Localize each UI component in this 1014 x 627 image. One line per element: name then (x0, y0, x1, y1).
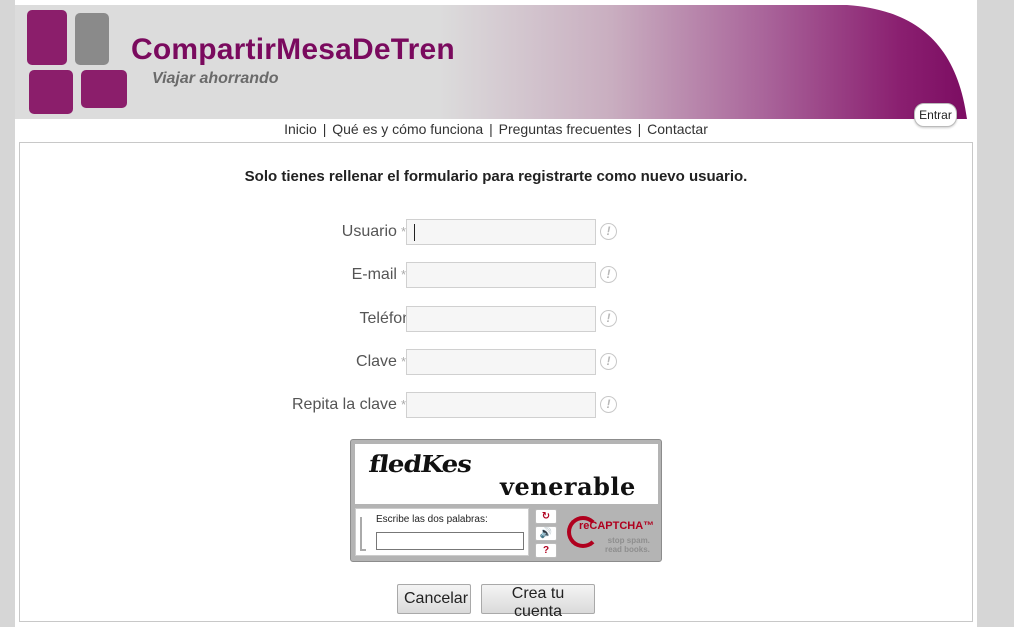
clave-input[interactable] (406, 349, 596, 375)
nav-separator: | (322, 121, 327, 137)
field-row-repita-clave: Repita la clave * ! (20, 392, 972, 420)
info-icon: ! (600, 353, 617, 370)
page: CompartirMesaDeTren Viajar ahorrando Ent… (15, 0, 977, 627)
text-cursor (414, 224, 415, 241)
logo-square (75, 13, 109, 65)
telefono-input[interactable] (406, 306, 596, 332)
registration-panel: Solo tienes rellenar el formulario para … (19, 142, 973, 622)
captcha-input[interactable] (376, 532, 524, 550)
captcha-image: fledKes venerable (355, 444, 658, 504)
help-icon[interactable]: ? (535, 543, 557, 558)
field-row-email: E-mail * ! (20, 262, 972, 290)
logo-square (29, 70, 73, 114)
recaptcha-logo: reCAPTCHA™ stop spam. read books. (565, 512, 661, 558)
info-icon: ! (600, 396, 617, 413)
field-label: Usuario * (341, 223, 406, 240)
captcha-word: fledKes (367, 451, 473, 479)
field-label: Repita la clave * (291, 396, 406, 413)
field-label: Clave * (356, 353, 406, 370)
recaptcha-slogan: stop spam. read books. (605, 536, 650, 554)
main-nav: Inicio | Qué es y cómo funciona | Pregun… (15, 121, 977, 137)
logo-square (27, 10, 67, 65)
refresh-icon[interactable]: ↻ (535, 509, 557, 524)
field-row-usuario: Usuario * ! (20, 219, 972, 247)
field-row-telefono: Teléfono ! (20, 306, 972, 334)
info-icon: ! (600, 310, 617, 327)
recaptcha-brand: reCAPTCHA™ (579, 520, 655, 532)
nav-link-contactar[interactable]: Contactar (647, 121, 708, 137)
header-curve (807, 5, 977, 119)
create-account-button[interactable]: Crea tu cuenta (481, 584, 595, 620)
field-label: E-mail * (351, 266, 406, 283)
nav-link-preguntas[interactable]: Preguntas frecuentes (499, 121, 632, 137)
captcha-response-panel: Escribe las dos palabras: (355, 508, 529, 556)
repita-clave-input[interactable] (406, 392, 596, 418)
cancel-button[interactable]: Cancelar (397, 584, 471, 614)
recaptcha-widget: fledKes venerable Escribe las dos palabr… (350, 439, 662, 562)
info-icon: ! (600, 266, 617, 283)
nav-link-inicio[interactable]: Inicio (284, 121, 317, 137)
site-tagline: Viajar ahorrando (152, 70, 279, 87)
captcha-prompt: Escribe las dos palabras: (376, 514, 488, 525)
logo-square (81, 70, 127, 108)
nav-separator: | (637, 121, 642, 137)
site-header: CompartirMesaDeTren Viajar ahorrando (15, 5, 977, 119)
nav-separator: | (489, 121, 493, 137)
info-icon: ! (600, 223, 617, 240)
form-intro: Solo tienes rellenar el formulario para … (244, 168, 748, 185)
captcha-word: venerable (500, 472, 636, 501)
audio-icon[interactable]: 🔊 (535, 526, 557, 541)
arrow-icon (360, 517, 366, 551)
email-input[interactable] (406, 262, 596, 288)
site-title[interactable]: CompartirMesaDeTren (131, 33, 455, 67)
nav-link-como-funciona[interactable]: Qué es y cómo funciona (332, 121, 483, 137)
field-row-clave: Clave * ! (20, 349, 972, 377)
usuario-input[interactable] (406, 219, 596, 245)
